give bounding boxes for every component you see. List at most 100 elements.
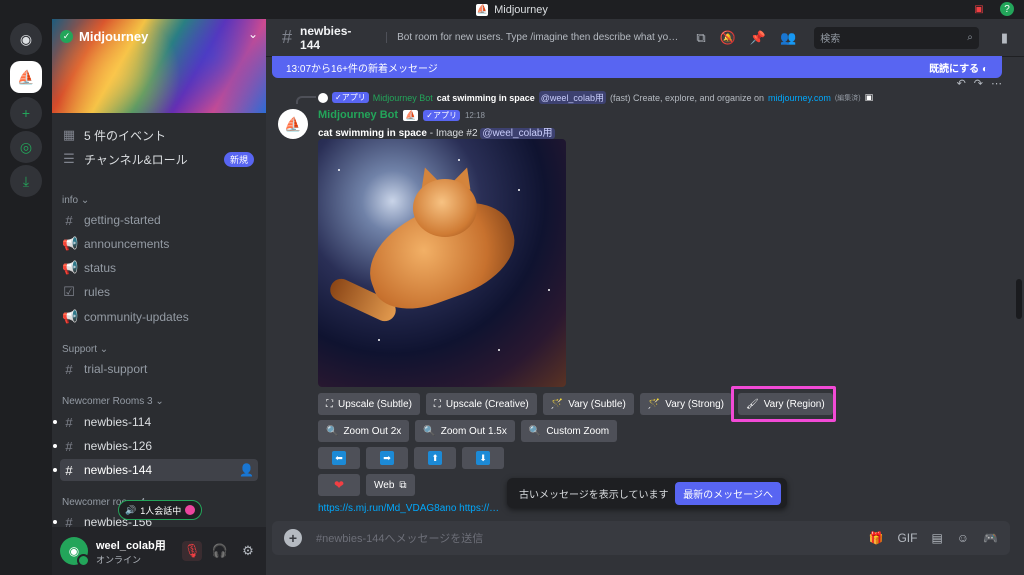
web-link-button[interactable]: Web ⧉ bbox=[366, 474, 415, 496]
zoom-out-2x-button[interactable]: 🔍 Zoom Out 2x bbox=[318, 420, 410, 442]
megaphone-icon: 📢 bbox=[62, 309, 79, 324]
category-info[interactable]: info ⌄ bbox=[62, 195, 89, 206]
channel-topic[interactable]: Bot room for new users. Type /imagine th… bbox=[386, 32, 682, 43]
threads-icon[interactable]: ⧉ bbox=[696, 30, 705, 46]
add-server-icon[interactable]: + bbox=[10, 97, 42, 129]
generated-image[interactable] bbox=[318, 139, 566, 387]
forward-icon[interactable]: ↷ bbox=[974, 77, 983, 90]
sidebar-item-events[interactable]: ▦ 5 件のイベント bbox=[60, 124, 258, 146]
pan-down-button[interactable]: ⬇ bbox=[462, 447, 504, 469]
favorite-button[interactable]: ❤ bbox=[318, 474, 360, 496]
star bbox=[498, 349, 500, 351]
unread-dot bbox=[53, 420, 57, 424]
sticker-icon[interactable]: ▤ bbox=[931, 531, 942, 545]
arrow-down-icon: ⬇ bbox=[476, 451, 490, 465]
reply-link[interactable]: midjourney.com bbox=[768, 93, 831, 103]
next-message-link[interactable]: https://s.mj.run/Md_VDAG8ano https://… bbox=[318, 503, 499, 514]
message-author[interactable]: Midjourney Bot bbox=[318, 109, 398, 121]
reply-text: (fast) Create, explore, and organize on bbox=[609, 92, 765, 103]
gift-icon[interactable]: 🎁 bbox=[868, 531, 883, 545]
button-row-zoom: 🔍 Zoom Out 2x 🔍 Zoom Out 1.5x 🔍 Custom Zoom bbox=[318, 420, 618, 442]
star bbox=[518, 189, 520, 191]
gif-icon[interactable]: GIF bbox=[897, 531, 917, 545]
explore-icon[interactable]: ◎ bbox=[10, 131, 42, 163]
channel-rules[interactable]: ☑ rules bbox=[60, 281, 258, 303]
discord-home-icon[interactable]: ◉ bbox=[10, 23, 42, 55]
chat-main: # newbies-144 Bot room for new users. Ty… bbox=[266, 19, 1024, 575]
reply-preview[interactable]: ✓アプリ Midjourney Bot cat swimming in spac… bbox=[318, 91, 873, 104]
timestamp: 12:18 bbox=[464, 110, 486, 120]
emoji-icon[interactable]: ☺ bbox=[957, 531, 969, 545]
magnifier-icon: 🔍 bbox=[423, 425, 436, 437]
reply-prompt: cat swimming in space bbox=[436, 92, 535, 103]
midjourney-logo-icon: ⛵ bbox=[476, 3, 489, 16]
custom-zoom-button[interactable]: 🔍 Custom Zoom bbox=[520, 420, 618, 442]
midjourney-server-icon[interactable]: ⛵ bbox=[10, 61, 42, 93]
message-content: cat swimming in space - Image #2 @weel_c… bbox=[318, 124, 555, 139]
pan-right-button[interactable]: ➡ bbox=[366, 447, 408, 469]
jump-to-present-button[interactable]: 最新のメッセージへ bbox=[675, 481, 781, 505]
server-rail: ◉ ⛵ + ◎ ⤓ bbox=[0, 19, 52, 575]
new-messages-bar[interactable]: 13:07から16+件の新着メッセージ 既読にする ◐ bbox=[272, 56, 1002, 78]
headphones-icon[interactable]: 🎧 bbox=[210, 541, 230, 561]
channel-announcements[interactable]: 📢 announcements bbox=[60, 233, 258, 255]
attach-plus-icon[interactable]: + bbox=[284, 529, 302, 547]
scrollbar[interactable] bbox=[1016, 279, 1022, 319]
channel-trial-support[interactable]: # trial-support bbox=[60, 358, 258, 380]
download-icon[interactable]: ⤓ bbox=[10, 165, 42, 197]
mark-as-read-button[interactable]: 既読にする ◐ bbox=[929, 60, 988, 75]
button-row-pan: ⬅ ➡ ⬆ ⬇ bbox=[318, 447, 504, 469]
vary-strong-button[interactable]: 🪄 Vary (Strong) bbox=[639, 393, 732, 415]
hash-threads-icon: # bbox=[65, 414, 73, 430]
voice-activity-pill[interactable]: 🔊 1人会話中 bbox=[118, 500, 203, 520]
screen-share-icon[interactable]: ▣ bbox=[972, 2, 986, 16]
channel-newbies-114[interactable]: # newbies-114 bbox=[53, 411, 258, 433]
upscale-creative-button[interactable]: ⛶ Upscale (Creative) bbox=[425, 393, 537, 415]
channel-community-updates[interactable]: 📢 community-updates bbox=[60, 306, 258, 328]
search-icon: ⌕ bbox=[967, 32, 973, 43]
member-list-icon[interactable]: 👥 bbox=[780, 30, 796, 46]
bot-avatar[interactable]: ⛵ bbox=[278, 109, 308, 139]
unread-dot bbox=[53, 444, 57, 448]
megaphone-icon: 📢 bbox=[62, 260, 79, 275]
window-titlebar: ⛵ Midjourney ▣ ? bbox=[0, 0, 1024, 19]
zoom-out-1-5x-button[interactable]: 🔍 Zoom Out 1.5x bbox=[415, 420, 515, 442]
channel-newbies-126[interactable]: # newbies-126 bbox=[53, 435, 258, 457]
channel-header: # newbies-144 Bot room for new users. Ty… bbox=[266, 19, 1024, 57]
notification-bell-muted-icon[interactable]: 🔕 bbox=[720, 30, 736, 46]
server-name[interactable]: ✓ Midjourney bbox=[60, 29, 148, 44]
help-icon[interactable]: ? bbox=[1000, 2, 1014, 16]
pin-icon[interactable]: 📌 bbox=[750, 30, 766, 46]
vary-subtle-button[interactable]: 🪄 Vary (Subtle) bbox=[542, 393, 634, 415]
search-input[interactable]: 検索 ⌕ bbox=[814, 26, 979, 49]
inbox-icon[interactable]: ▮ bbox=[1001, 30, 1008, 46]
reply-mention[interactable]: @weel_colab用 bbox=[538, 91, 606, 104]
channel-status[interactable]: 📢 status bbox=[60, 257, 258, 279]
apps-icon[interactable]: 🎮 bbox=[983, 531, 998, 545]
speaker-icon: 🔊 bbox=[125, 504, 137, 515]
sidebar-item-channels-roles[interactable]: ☰ チャンネル&ロール 新規 bbox=[60, 148, 258, 170]
avatar[interactable]: ◉ bbox=[60, 537, 90, 567]
category-newcomer-rooms-3[interactable]: Newcomer Rooms 3 ⌄ bbox=[62, 396, 164, 407]
reply-icon[interactable]: ↶ bbox=[957, 77, 966, 90]
message-input[interactable]: #newbies-144へメッセージを送信 bbox=[316, 530, 854, 546]
expand-icon: ⛶ bbox=[326, 398, 333, 410]
arrow-up-icon: ⬆ bbox=[428, 451, 442, 465]
highlight-box bbox=[731, 386, 836, 422]
channel-getting-started[interactable]: # getting-started bbox=[60, 209, 258, 231]
pan-up-button[interactable]: ⬆ bbox=[414, 447, 456, 469]
gear-icon[interactable]: ⚙ bbox=[238, 541, 258, 561]
upscale-subtle-button[interactable]: ⛶ Upscale (Subtle) bbox=[318, 393, 420, 415]
edited-label: (編集済) bbox=[834, 94, 861, 102]
hash-threads-icon: # bbox=[65, 462, 73, 478]
message-mention[interactable]: @weel_colab用 bbox=[480, 128, 555, 139]
pan-left-button[interactable]: ⬅ bbox=[318, 447, 360, 469]
megaphone-icon: 📢 bbox=[62, 236, 79, 251]
add-member-icon[interactable]: 👤 bbox=[239, 463, 254, 477]
more-icon[interactable]: ⋯ bbox=[991, 77, 1002, 90]
mic-muted-icon[interactable]: 🎙 bbox=[182, 541, 202, 561]
channel-newbies-144[interactable]: # newbies-144 👤 bbox=[53, 459, 258, 481]
category-support[interactable]: Support ⌄ bbox=[62, 344, 108, 355]
message-composer: + #newbies-144へメッセージを送信 🎁 GIF ▤ ☺ 🎮 bbox=[272, 521, 1010, 555]
chevron-down-icon[interactable]: ⌄ bbox=[248, 27, 258, 41]
